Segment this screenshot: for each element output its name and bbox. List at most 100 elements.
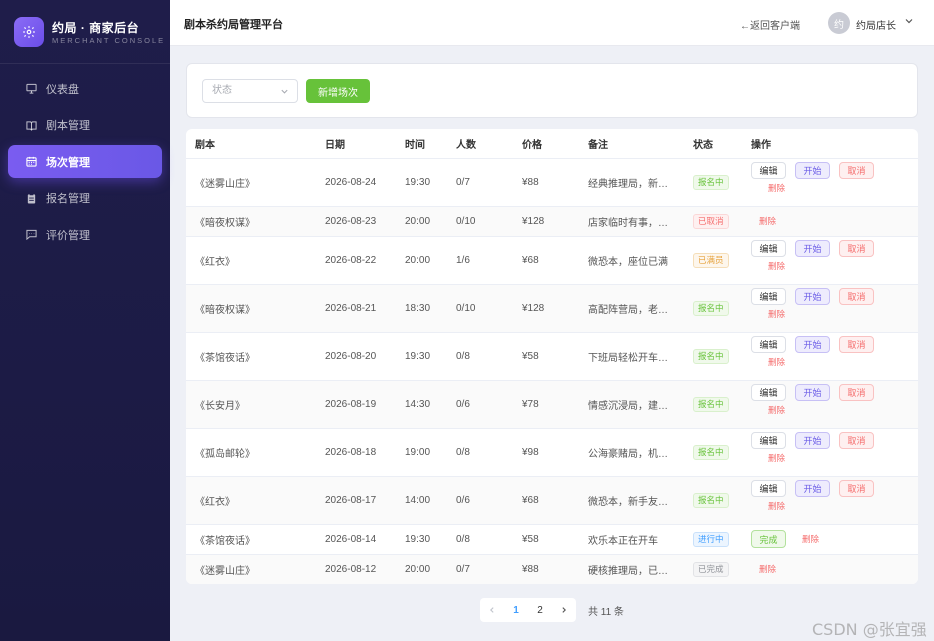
cell-script: 《迷雾山庄》 [186,158,316,207]
edit-button[interactable]: 编辑 [751,336,786,353]
status-badge: 报名中 [693,396,729,412]
next-page-button[interactable] [552,598,576,622]
cell-status: 已满员 [684,236,742,285]
cell-time: 19:30 [396,158,447,207]
start-button[interactable]: 开始 [795,240,830,257]
page-1-button[interactable]: 1 [504,598,528,622]
cell-people: 0/6 [447,380,513,429]
start-button[interactable]: 开始 [795,432,830,449]
row-actions: 编辑 开始 取消删除 [751,240,918,280]
page-title: 剧本杀约局管理平台 [184,19,283,31]
sidebar-item-sessions[interactable]: 场次管理 [8,145,162,178]
sidebar-item-reviews[interactable]: 评价管理 [8,218,162,251]
page-2-button[interactable]: 2 [528,598,552,622]
status-badge: 报名中 [693,348,729,364]
start-button[interactable]: 开始 [795,288,830,305]
delete-button[interactable]: 删除 [768,356,785,368]
delete-button[interactable]: 删除 [768,260,785,272]
edit-button[interactable]: 编辑 [751,480,786,497]
delete-button[interactable]: 删除 [768,452,785,464]
row-actions: 删除 [751,210,918,232]
cell-status: 已取消 [684,206,742,237]
cell-note: 欢乐本正在开车 [579,524,684,555]
book-icon [25,119,37,131]
delete-button[interactable]: 删除 [768,308,785,320]
pagination: 1 2 共 11 条 [480,598,624,622]
finish-button[interactable]: 完成 [751,530,786,548]
sidebar-item-scripts[interactable]: 剧本管理 [8,109,162,142]
chevron-down-icon[interactable] [904,16,914,26]
sidebar-item-registrations[interactable]: 报名管理 [8,182,162,215]
start-button[interactable]: 开始 [795,336,830,353]
cell-date: 2026-08-22 [316,236,396,285]
col-header-time: 时间 [396,129,447,159]
cancel-button[interactable]: 取消 [839,336,874,353]
sidebar-item-label: 剧本管理 [46,120,90,132]
edit-button[interactable]: 编辑 [751,162,786,179]
cell-price: ¥128 [513,206,579,237]
status-badge: 已完成 [693,561,729,577]
delete-button[interactable]: 删除 [768,182,785,194]
cell-price: ¥98 [513,428,579,477]
start-button[interactable]: 开始 [795,162,830,179]
avatar[interactable]: 约 [828,12,850,34]
cell-status: 报名中 [684,332,742,381]
status-select-placeholder: 状态 [212,85,232,96]
cell-people: 0/10 [447,284,513,333]
edit-button[interactable]: 编辑 [751,288,786,305]
row-actions: 编辑 开始 取消删除 [751,288,918,328]
cell-status: 报名中 [684,476,742,525]
start-button[interactable]: 开始 [795,384,830,401]
col-header-people: 人数 [447,129,513,159]
cell-people: 0/7 [447,554,513,584]
cell-price: ¥58 [513,524,579,555]
cell-price: ¥88 [513,554,579,584]
delete-button[interactable]: 删除 [802,533,819,545]
delete-button[interactable]: 删除 [759,215,776,227]
cell-actions: 编辑 开始 取消删除 [742,332,918,381]
prev-page-button[interactable] [480,598,504,622]
table-row: 《暗夜权谋》 2026-08-23 20:00 0/10 ¥128 店家临时有事，… 已取消… [186,206,918,237]
cell-actions: 删除 [742,206,918,237]
status-badge: 报名中 [693,174,729,190]
cell-note: 公海豪赌局，机… [579,428,684,477]
cancel-button[interactable]: 取消 [839,162,874,179]
col-header-price: 价格 [513,129,579,159]
start-button[interactable]: 开始 [795,480,830,497]
cell-actions: 编辑 开始 取消删除 [742,158,918,207]
cell-price: ¥58 [513,332,579,381]
delete-button[interactable]: 删除 [759,563,776,575]
col-header-date: 日期 [316,129,396,159]
cell-note: 微恐本，座位已满 [579,236,684,285]
add-session-button[interactable]: 新增场次 [306,79,370,103]
edit-button[interactable]: 编辑 [751,432,786,449]
filter-bar: 状态 新增场次 [186,63,918,118]
cancel-button[interactable]: 取消 [839,432,874,449]
cell-status: 报名中 [684,380,742,429]
cell-time: 14:30 [396,380,447,429]
user-name[interactable]: 约局店长 [856,17,896,32]
table-row: 《迷雾山庄》 2026-08-24 19:30 0/7 ¥88 经典推理局，新… 报名中 编辑… [186,158,918,207]
delete-button[interactable]: 删除 [768,500,785,512]
cell-script: 《暗夜权谋》 [186,206,316,237]
cell-date: 2026-08-12 [316,554,396,584]
status-badge: 报名中 [693,444,729,460]
cell-price: ¥88 [513,158,579,207]
cancel-button[interactable]: 取消 [839,480,874,497]
sidebar-item-dashboard[interactable]: 仪表盘 [8,72,162,105]
delete-button[interactable]: 删除 [768,404,785,416]
cell-script: 《红衣》 [186,236,316,285]
cell-status: 进行中 [684,524,742,555]
cell-actions: 编辑 开始 取消删除 [742,236,918,285]
status-badge: 报名中 [693,492,729,508]
edit-button[interactable]: 编辑 [751,384,786,401]
cancel-button[interactable]: 取消 [839,288,874,305]
edit-button[interactable]: 编辑 [751,240,786,257]
back-to-client-link[interactable]: ←返回客户端 [740,17,800,32]
cancel-button[interactable]: 取消 [839,384,874,401]
comment-icon [25,229,37,241]
status-select[interactable]: 状态 [202,79,298,103]
cancel-button[interactable]: 取消 [839,240,874,257]
cell-status: 报名中 [684,284,742,333]
status-badge: 进行中 [693,531,729,547]
